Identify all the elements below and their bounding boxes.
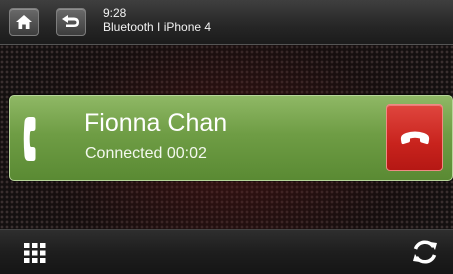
back-arrow-icon <box>62 15 79 27</box>
phone-call-screen: 9:28 Bluetooth I iPhone 4 Fionna Chan Co… <box>0 0 453 274</box>
bottom-bar <box>0 229 453 274</box>
connection-source: Bluetooth I iPhone 4 <box>103 20 212 34</box>
clock-time: 9:28 <box>103 6 127 20</box>
phone-handset-icon <box>23 117 36 161</box>
end-call-button[interactable] <box>386 104 443 171</box>
active-call-panel: Fionna Chan Connected 00:02 <box>9 95 453 181</box>
call-status: Connected 00:02 <box>85 145 207 162</box>
caller-name: Fionna Chan <box>84 109 228 137</box>
end-call-icon <box>400 131 429 144</box>
refresh-icon[interactable] <box>411 238 439 266</box>
status-info: 9:28 Bluetooth I iPhone 4 <box>103 7 211 35</box>
back-button[interactable] <box>56 8 86 36</box>
top-bar: 9:28 Bluetooth I iPhone 4 <box>0 0 453 45</box>
grid-menu-icon[interactable] <box>24 243 46 263</box>
home-button[interactable] <box>9 8 39 36</box>
home-icon <box>16 15 32 29</box>
